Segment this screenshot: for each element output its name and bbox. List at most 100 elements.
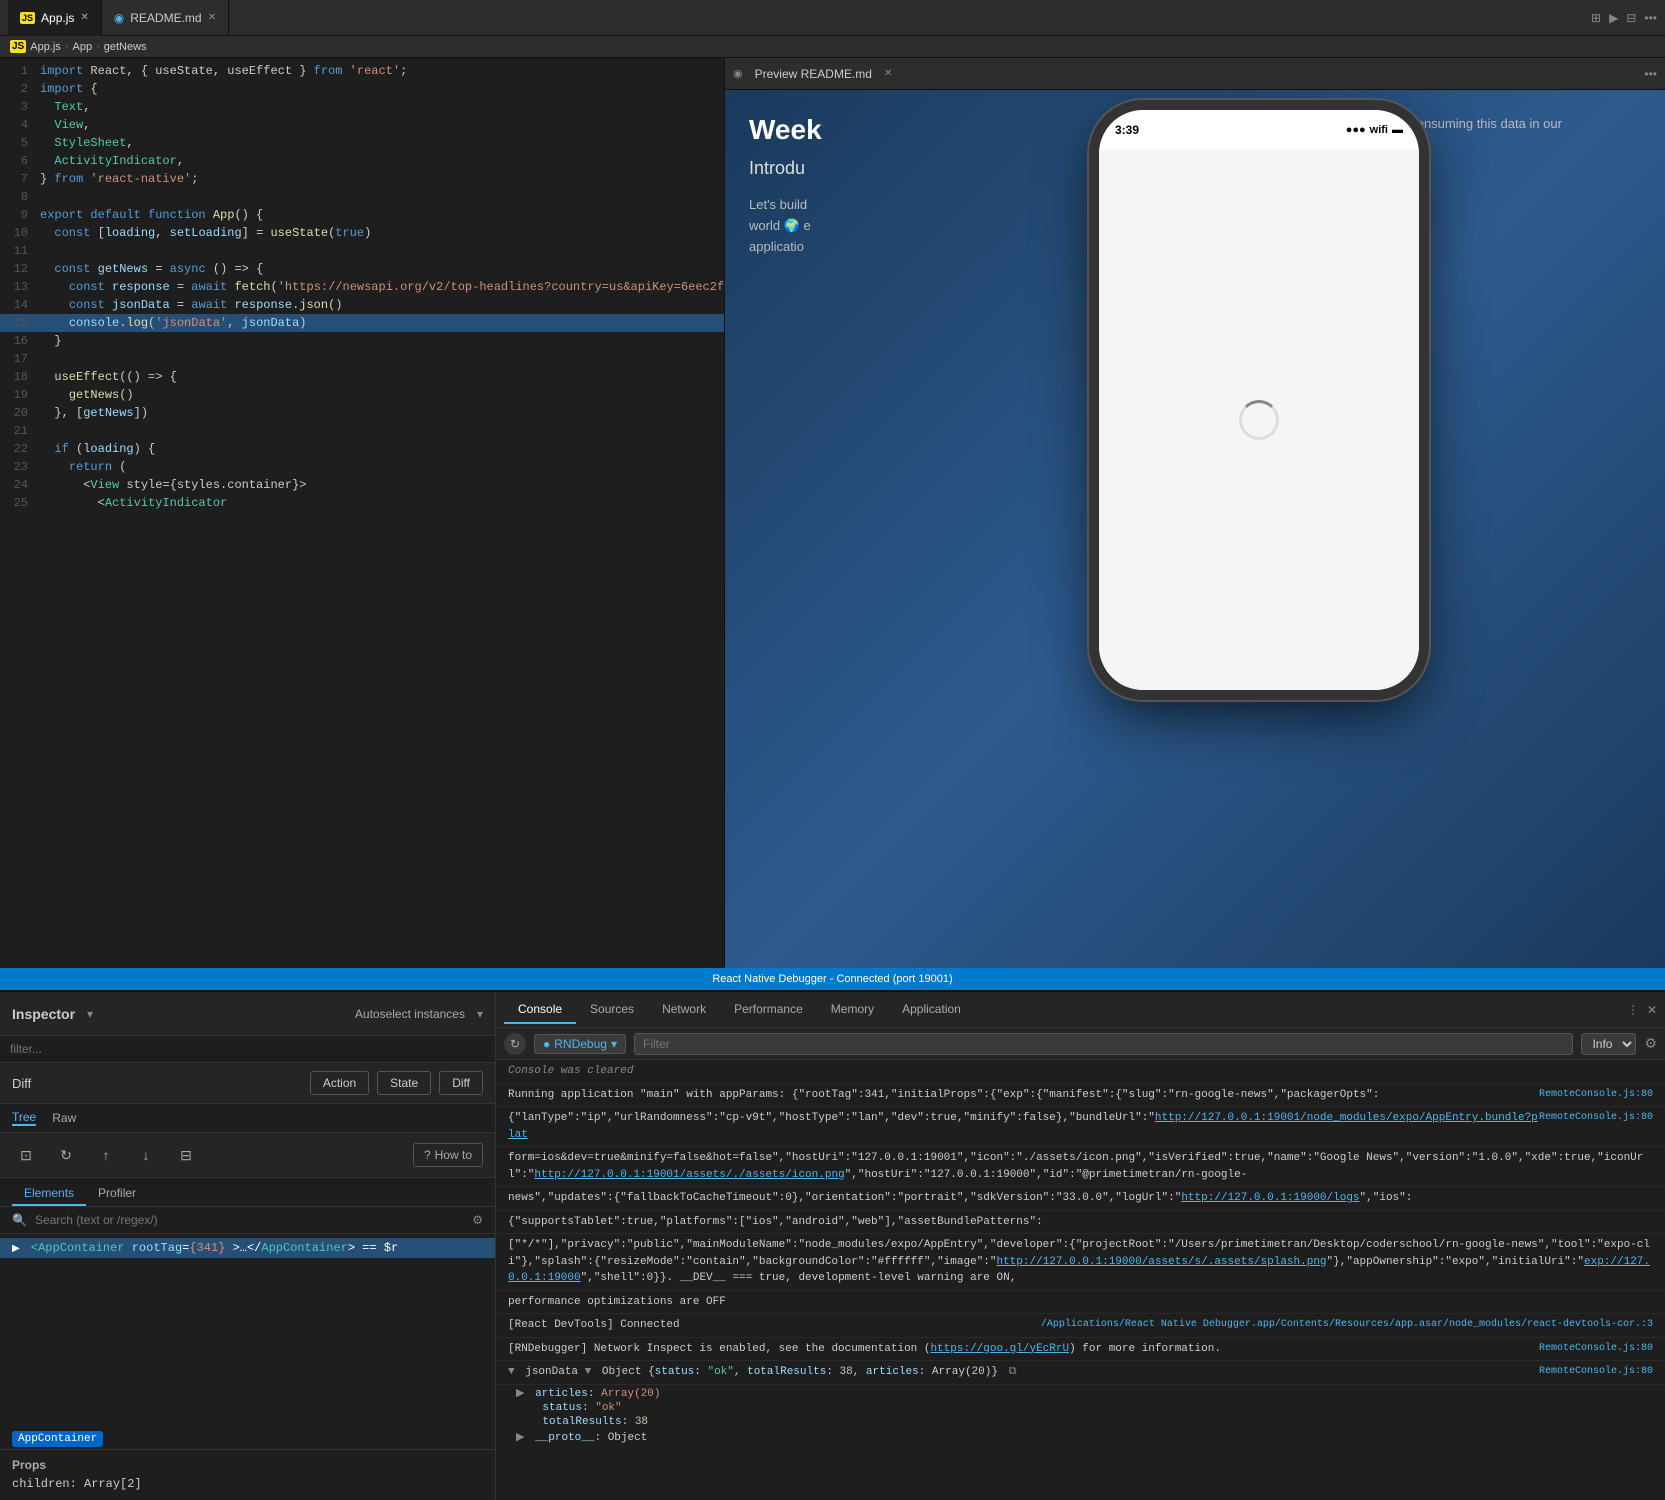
preview-tab[interactable]: Preview README.md	[747, 67, 880, 81]
code-line: 16 }	[0, 332, 724, 350]
rndbg-label: RNDebug	[554, 1037, 607, 1051]
tab-readme-close[interactable]: ✕	[208, 12, 216, 23]
expand-triangle[interactable]: ▶	[12, 1243, 20, 1255]
msg-text: ["*/*"],"privacy":"public","mainModuleNa…	[508, 1239, 1650, 1284]
cleared-text: Console was cleared	[508, 1065, 633, 1077]
tab-application[interactable]: Application	[888, 996, 975, 1024]
console-msg-privacy: ["*/*"],"privacy":"public","mainModuleNa…	[496, 1234, 1665, 1291]
upload-icon[interactable]: ↑	[92, 1141, 120, 1169]
props-children: children: Array[2]	[12, 1476, 483, 1492]
breadcrumb-appjs[interactable]: App.js	[30, 41, 61, 53]
props-title: Props	[12, 1458, 483, 1472]
breadcrumb-icon: JS	[10, 40, 26, 53]
tab-network[interactable]: Network	[648, 996, 720, 1024]
help-icon: ?	[424, 1148, 431, 1162]
element-select-icon[interactable]: ⊡	[12, 1141, 40, 1169]
how-to-label: How to	[435, 1148, 472, 1162]
tab-memory[interactable]: Memory	[817, 996, 888, 1024]
inspector-title: Inspector	[12, 1006, 75, 1022]
preview-tab-close[interactable]: ✕	[884, 68, 892, 79]
code-line: 14 const jsonData = await response.json(…	[0, 296, 724, 314]
tab-sources[interactable]: Sources	[576, 996, 648, 1024]
code-line: 23 return (	[0, 458, 724, 476]
diff-button[interactable]: Diff	[439, 1071, 483, 1095]
tab-readme[interactable]: ◉ README.md ✕	[102, 0, 229, 36]
console-toolbar: ↻ ● RNDebug ▾ Info ⚙	[496, 1028, 1665, 1060]
preview-area: ◉ Preview README.md ✕ ••• Week Introdu L…	[725, 58, 1665, 968]
obj-tree-status: status: "ok"	[496, 1401, 1665, 1415]
expand-proto[interactable]: ▶	[516, 1432, 524, 1444]
tab-profiler[interactable]: Profiler	[86, 1182, 148, 1206]
tab-performance[interactable]: Performance	[720, 996, 817, 1024]
msg-source[interactable]: RemoteConsole.js:80	[1539, 1364, 1653, 1379]
preview-more-icon[interactable]: •••	[1644, 67, 1657, 81]
preview-content: Week Introdu Let's build world 🌍 e appli…	[725, 90, 1665, 968]
expand-articles[interactable]: ▶	[516, 1388, 524, 1400]
main-layout: 1 import React, { useState, useEffect } …	[0, 58, 1665, 968]
obj-tree-articles: ▶ articles: Array(20)	[496, 1385, 1665, 1401]
search-input[interactable]	[35, 1213, 464, 1227]
tab-elements[interactable]: Elements	[12, 1182, 86, 1206]
msg-source[interactable]: RemoteConsole.js:80	[1539, 1110, 1653, 1125]
inspector-dropdown[interactable]: ▾	[87, 1007, 93, 1021]
expand-object[interactable]: ▼	[585, 1366, 592, 1378]
autoselect-label: Autoselect instances	[355, 1007, 465, 1021]
msg-source[interactable]: /Applications/React Native Debugger.app/…	[1041, 1317, 1653, 1332]
console-close-icon[interactable]: ✕	[1647, 1003, 1657, 1017]
tab-console[interactable]: Console	[504, 996, 576, 1024]
msg-text: {"supportsTablet":true,"platforms":["ios…	[508, 1216, 1043, 1228]
download-icon[interactable]: ↓	[132, 1141, 160, 1169]
topbar-right-icons: ⊞ ▶ ⊟ •••	[1591, 11, 1657, 25]
status-bar: React Native Debugger - Connected (port …	[0, 968, 1665, 990]
console-msg-jsondata: RemoteConsole.js:80 ▼ jsonData ▼ Object …	[496, 1361, 1665, 1385]
raw-button[interactable]: Raw	[52, 1111, 76, 1125]
msg-text: [React DevTools] Connected	[508, 1319, 680, 1331]
tree-raw-bar: Tree Raw	[0, 1104, 495, 1133]
more-icon[interactable]: •••	[1644, 11, 1657, 25]
search-bar: 🔍 ⚙	[0, 1207, 495, 1234]
info-select[interactable]: Info	[1581, 1033, 1636, 1055]
console-gear-icon[interactable]: ⚙	[1644, 1035, 1657, 1052]
filter-bar	[0, 1036, 495, 1063]
dom-node-appcontainer[interactable]: ▶ <AppContainer rootTag={341} >…</AppCon…	[0, 1238, 495, 1258]
state-button[interactable]: State	[377, 1071, 431, 1095]
phone-mockup: 3:39 ●●● wifi ▬	[1099, 110, 1419, 690]
copy-icon[interactable]: ⧉	[1009, 1366, 1017, 1378]
tab-appjs-close[interactable]: ✕	[80, 12, 88, 23]
msg-text: performance optimizations are OFF	[508, 1296, 726, 1308]
code-line: 18 useEffect(() => {	[0, 368, 724, 386]
code-line: 12 const getNews = async () => {	[0, 260, 724, 278]
action-button[interactable]: Action	[310, 1071, 369, 1095]
code-line: 1 import React, { useState, useEffect } …	[0, 62, 724, 80]
print-icon[interactable]: ⊟	[172, 1141, 200, 1169]
console-filter-input[interactable]	[634, 1033, 1573, 1055]
how-to-button[interactable]: ? How to	[413, 1143, 483, 1167]
breadcrumb-app[interactable]: App	[72, 41, 92, 53]
msg-source[interactable]: RemoteConsole.js:80	[1539, 1087, 1653, 1102]
autoselect-dropdown[interactable]: ▾	[477, 1007, 483, 1021]
tree-button[interactable]: Tree	[12, 1110, 36, 1126]
rndbg-badge[interactable]: ● RNDebug ▾	[534, 1034, 626, 1054]
code-line: 4 View,	[0, 116, 724, 134]
console-tab-right: ⋮ ✕	[1627, 1003, 1657, 1017]
code-line: 21	[0, 422, 724, 440]
badge: AppContainer	[12, 1431, 103, 1447]
refresh-icon[interactable]: ↻	[52, 1141, 80, 1169]
play-icon[interactable]: ▶	[1609, 11, 1618, 25]
console-msg-url1: RemoteConsole.js:80 {"lanType":"ip","url…	[496, 1107, 1665, 1147]
tab-readme-label: README.md	[130, 11, 201, 25]
msg-source[interactable]: RemoteConsole.js:80	[1539, 1341, 1653, 1356]
console-more-icon[interactable]: ⋮	[1627, 1003, 1639, 1017]
code-line: 19 getNews()	[0, 386, 724, 404]
code-lines: 1 import React, { useState, useEffect } …	[0, 58, 724, 968]
filter-input[interactable]	[10, 1042, 485, 1056]
split-icon[interactable]: ⊞	[1591, 11, 1601, 25]
tab-appjs[interactable]: JS App.js ✕	[8, 0, 102, 36]
layout-icon[interactable]: ⊟	[1626, 11, 1636, 25]
expand-jsondata[interactable]: ▼	[508, 1366, 515, 1378]
msg-text: form=ios&dev=true&minify=false&hot=false…	[508, 1152, 1643, 1181]
console-refresh-btn[interactable]: ↻	[504, 1033, 526, 1055]
battery-icon: ▬	[1392, 124, 1403, 136]
breadcrumb-getnews[interactable]: getNews	[104, 41, 147, 53]
gear-icon[interactable]: ⚙	[472, 1213, 483, 1227]
